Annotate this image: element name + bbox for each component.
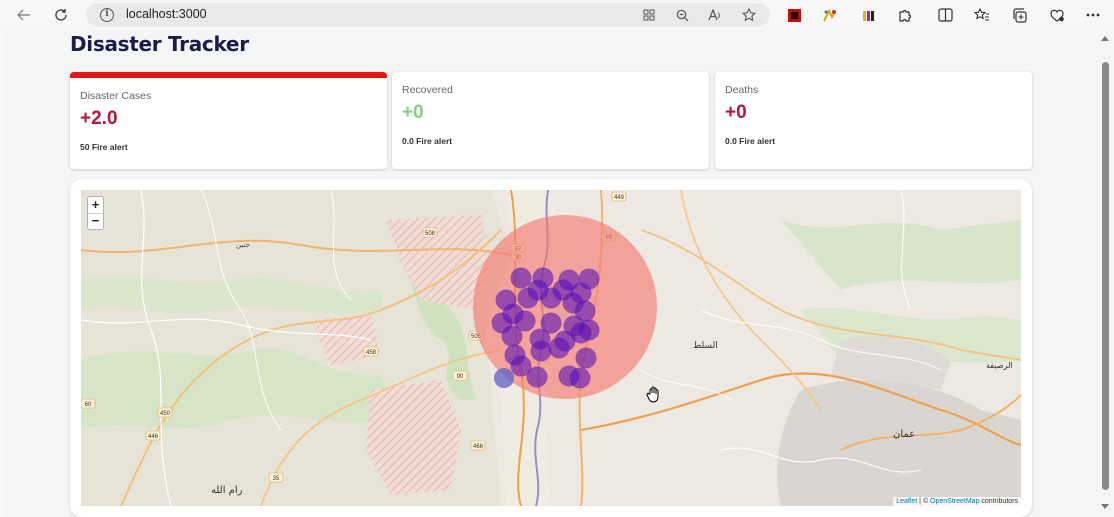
svg-text:466: 466 xyxy=(473,444,484,450)
svg-text:90: 90 xyxy=(457,374,464,380)
fire-alert-marker[interactable] xyxy=(510,267,532,289)
zoom-in-button[interactable]: + xyxy=(88,197,103,213)
card-deaths[interactable]: Deaths +0 0.0 Fire alert xyxy=(715,72,1032,169)
card-recovered[interactable]: Recovered +0 0.0 Fire alert xyxy=(392,72,709,169)
scroll-down-icon[interactable] xyxy=(1101,504,1109,509)
page-scrollbar[interactable] xyxy=(1097,30,1114,517)
card-label: Recovered xyxy=(402,84,453,96)
card-subtitle: 50 Fire alert xyxy=(80,142,128,152)
puzzle-extensions-icon[interactable] xyxy=(896,6,914,24)
map-label-salt: السلط xyxy=(693,341,718,351)
attribution-separator: | © xyxy=(917,498,931,505)
fire-alert-marker[interactable] xyxy=(569,367,591,389)
fire-alert-marker[interactable] xyxy=(540,287,562,309)
card-subtitle: 0.0 Fire alert xyxy=(402,136,453,146)
favorite-star-icon[interactable] xyxy=(740,6,758,24)
map-attribution: Leaflet | © OpenStreetMap contributors xyxy=(893,497,1021,506)
scrollbar-thumb[interactable] xyxy=(1102,62,1109,490)
road-number-shield: 35 xyxy=(268,472,284,483)
map-label-ramallah: رام الله xyxy=(211,485,243,496)
scroll-up-icon[interactable] xyxy=(1101,36,1109,41)
svg-text:458: 458 xyxy=(366,350,377,356)
fire-alert-marker[interactable] xyxy=(575,347,597,369)
road-number-shield: 508 xyxy=(422,227,438,238)
road-number-shield: 90 xyxy=(452,370,468,381)
more-menu-icon[interactable] xyxy=(1084,6,1102,24)
card-selected-accent xyxy=(70,72,387,78)
page-viewport: Disaster Tracker Disaster Cases +2.0 50 … xyxy=(3,30,1097,517)
split-screen-icon[interactable] xyxy=(936,6,954,24)
grab-cursor-icon xyxy=(646,386,659,403)
fire-alert-marker[interactable] xyxy=(501,325,523,347)
fire-alert-marker[interactable] xyxy=(548,337,570,359)
leaflet-link[interactable]: Leaflet xyxy=(896,498,917,505)
zoom-out-icon[interactable] xyxy=(673,6,691,24)
url-text[interactable]: localhost:3000 xyxy=(126,7,207,21)
card-disaster-cases[interactable]: Disaster Cases +2.0 50 Fire alert xyxy=(70,72,387,169)
svg-text:446: 446 xyxy=(148,434,159,440)
fire-alert-marker[interactable] xyxy=(494,368,514,388)
card-value: +0 xyxy=(402,102,424,123)
back-arrow-icon[interactable] xyxy=(12,4,36,26)
road-number-shield: 446 xyxy=(145,430,161,441)
svg-text:35: 35 xyxy=(273,476,280,482)
address-bar[interactable]: i localhost:3000 xyxy=(86,3,770,27)
read-aloud-icon[interactable] xyxy=(706,6,724,24)
map-label-jenin: جنين xyxy=(236,241,250,249)
zoom-control: + − xyxy=(87,196,104,230)
road-number-shield: 466 xyxy=(470,440,486,451)
svg-text:508: 508 xyxy=(425,231,436,237)
card-value: +0 xyxy=(725,102,747,123)
fire-alert-marker[interactable] xyxy=(570,322,592,344)
osm-link[interactable]: OpenStreetMap xyxy=(930,498,979,505)
road-number-shield: 458 xyxy=(363,346,379,357)
fire-alert-marker[interactable] xyxy=(526,366,548,388)
extension-bars-icon[interactable] xyxy=(859,6,877,24)
collections-icon[interactable] xyxy=(1010,6,1028,24)
svg-text:449: 449 xyxy=(614,195,625,201)
fire-alert-marker[interactable] xyxy=(530,340,552,362)
road-number-shield: 449 xyxy=(611,191,627,202)
zoom-out-button[interactable]: − xyxy=(88,213,103,229)
svg-text:450: 450 xyxy=(160,411,171,417)
app-grid-icon[interactable] xyxy=(640,6,658,24)
map-label-amman: عمان xyxy=(893,429,915,440)
extension-color-icon[interactable] xyxy=(821,6,839,24)
card-value: +2.0 xyxy=(80,108,118,129)
card-subtitle: 0.0 Fire alert xyxy=(725,136,776,146)
browser-toolbar: i localhost:3000 xyxy=(0,0,1114,30)
card-label: Deaths xyxy=(725,84,759,96)
extension-red-icon[interactable] xyxy=(785,6,803,24)
fire-alert-marker[interactable] xyxy=(517,287,539,309)
map-tiles[interactable]: 508505458905730654494664504466035 السلط … xyxy=(81,190,1021,506)
map-card: 508505458905730654494664504466035 السلط … xyxy=(70,179,1032,517)
map-label-rusaifa: الرصيفة xyxy=(986,361,1013,370)
refresh-icon[interactable] xyxy=(49,4,73,26)
svg-text:60: 60 xyxy=(85,402,92,408)
site-info-icon[interactable]: i xyxy=(100,8,114,22)
attribution-tail: contributors xyxy=(979,498,1018,505)
page-title: Disaster Tracker xyxy=(70,32,249,56)
map[interactable]: 508505458905730654494664504466035 السلط … xyxy=(81,190,1021,506)
road-number-shield: 450 xyxy=(157,407,173,418)
favorites-icon[interactable] xyxy=(973,6,991,24)
card-label: Disaster Cases xyxy=(80,90,152,102)
browser-essentials-icon[interactable] xyxy=(1048,6,1066,24)
road-number-shield: 60 xyxy=(81,398,96,409)
